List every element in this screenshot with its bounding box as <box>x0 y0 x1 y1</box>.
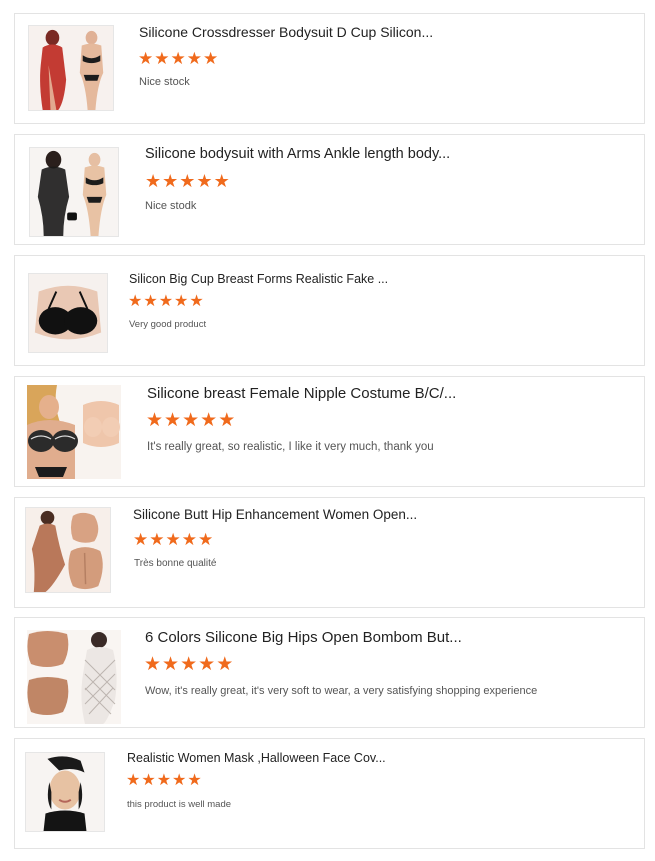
star-icon: ★ <box>216 654 234 675</box>
star-icon: ★ <box>174 293 189 310</box>
review-text: Nice stodk <box>145 200 197 212</box>
product-image[interactable] <box>25 507 111 593</box>
review-card[interactable]: Silicone breast Female Nipple Costume B/… <box>14 376 645 487</box>
review-card[interactable]: Silicone Crossdresser Bodysuit D Cup Sil… <box>14 13 645 124</box>
star-icon: ★ <box>158 293 174 310</box>
star-icon: ★ <box>126 772 141 789</box>
product-hip-pads-image <box>26 508 110 592</box>
rating-stars: ★ ★ ★ ★ ★ <box>138 50 218 67</box>
star-icon: ★ <box>198 654 216 675</box>
star-icon: ★ <box>182 410 200 431</box>
star-icon: ★ <box>170 49 186 68</box>
product-title[interactable]: 6 Colors Silicone Big Hips Open Bombom B… <box>145 629 462 646</box>
product-big-hips-white-fishnet-image <box>27 630 121 724</box>
star-icon: ★ <box>196 171 213 191</box>
star-icon: ★ <box>179 171 196 191</box>
star-icon: ★ <box>162 171 179 191</box>
star-icon: ★ <box>200 410 218 431</box>
star-icon: ★ <box>145 171 162 191</box>
product-title[interactable]: Silicone Butt Hip Enhancement Women Open… <box>133 507 417 522</box>
star-icon: ★ <box>146 410 164 431</box>
star-icon: ★ <box>143 293 158 310</box>
star-icon: ★ <box>156 772 172 789</box>
rating-stars: ★ ★ ★ ★ ★ <box>144 655 233 674</box>
star-icon: ★ <box>138 49 154 68</box>
review-text: Very good product <box>129 319 207 330</box>
review-card[interactable]: Silicone Butt Hip Enhancement Women Open… <box>14 497 645 608</box>
rating-stars: ★ ★ ★ ★ ★ <box>146 411 235 430</box>
star-icon: ★ <box>164 410 182 431</box>
product-title[interactable]: Silicone breast Female Nipple Costume B/… <box>147 385 456 402</box>
product-breast-forms-black-bra-image <box>29 274 107 352</box>
product-title[interactable]: Silicone Crossdresser Bodysuit D Cup Sil… <box>139 24 433 40</box>
rating-stars: ★ ★ ★ ★ ★ <box>128 294 204 310</box>
review-text: Nice stock <box>139 76 190 88</box>
review-card[interactable]: Realistic Women Mask ,Halloween Face Cov… <box>14 738 645 849</box>
product-image[interactable] <box>29 147 119 237</box>
rating-stars: ★ ★ ★ ★ ★ <box>126 773 202 789</box>
product-title[interactable]: Realistic Women Mask ,Halloween Face Cov… <box>127 751 386 765</box>
star-icon: ★ <box>172 772 187 789</box>
product-image[interactable] <box>28 25 114 111</box>
product-bodysuit-black-mesh-image <box>30 148 118 236</box>
product-breast-form-lace-bra-image <box>27 385 121 479</box>
product-title[interactable]: Silicone bodysuit with Arms Ankle length… <box>145 146 450 162</box>
star-icon: ★ <box>128 293 143 310</box>
star-icon: ★ <box>149 530 165 549</box>
star-icon: ★ <box>180 654 198 675</box>
star-icon: ★ <box>162 654 180 675</box>
review-card[interactable]: Silicone bodysuit with Arms Ankle length… <box>14 134 645 245</box>
product-title[interactable]: Silicon Big Cup Breast Forms Realistic F… <box>129 272 388 286</box>
product-image[interactable] <box>27 385 121 479</box>
product-bodysuit-red-dress-image <box>29 26 113 110</box>
star-icon: ★ <box>154 49 170 68</box>
star-icon: ★ <box>181 530 197 549</box>
star-icon: ★ <box>186 49 202 68</box>
rating-stars: ★ ★ ★ ★ ★ <box>145 172 230 190</box>
rating-stars: ★ ★ ★ ★ ★ <box>133 531 213 548</box>
star-icon: ★ <box>187 772 202 789</box>
product-face-mask-image <box>26 753 104 831</box>
star-icon: ★ <box>189 293 204 310</box>
star-icon: ★ <box>203 49 219 68</box>
review-text: It's really great, so realistic, I like … <box>147 441 434 453</box>
product-image[interactable] <box>25 752 105 832</box>
star-icon: ★ <box>213 171 230 191</box>
review-text: Très bonne qualité <box>134 558 217 569</box>
review-text: this product is well made <box>127 799 232 810</box>
product-image[interactable] <box>28 273 108 353</box>
star-icon: ★ <box>133 530 149 549</box>
review-card[interactable]: Silicon Big Cup Breast Forms Realistic F… <box>14 255 645 366</box>
star-icon: ★ <box>198 530 214 549</box>
star-icon: ★ <box>144 654 162 675</box>
review-text: Wow, it's really great, it's very soft t… <box>145 685 538 697</box>
star-icon: ★ <box>141 772 156 789</box>
review-card[interactable]: 6 Colors Silicone Big Hips Open Bombom B… <box>14 617 645 728</box>
star-icon: ★ <box>165 530 181 549</box>
star-icon: ★ <box>218 410 236 431</box>
product-image[interactable] <box>27 630 121 724</box>
